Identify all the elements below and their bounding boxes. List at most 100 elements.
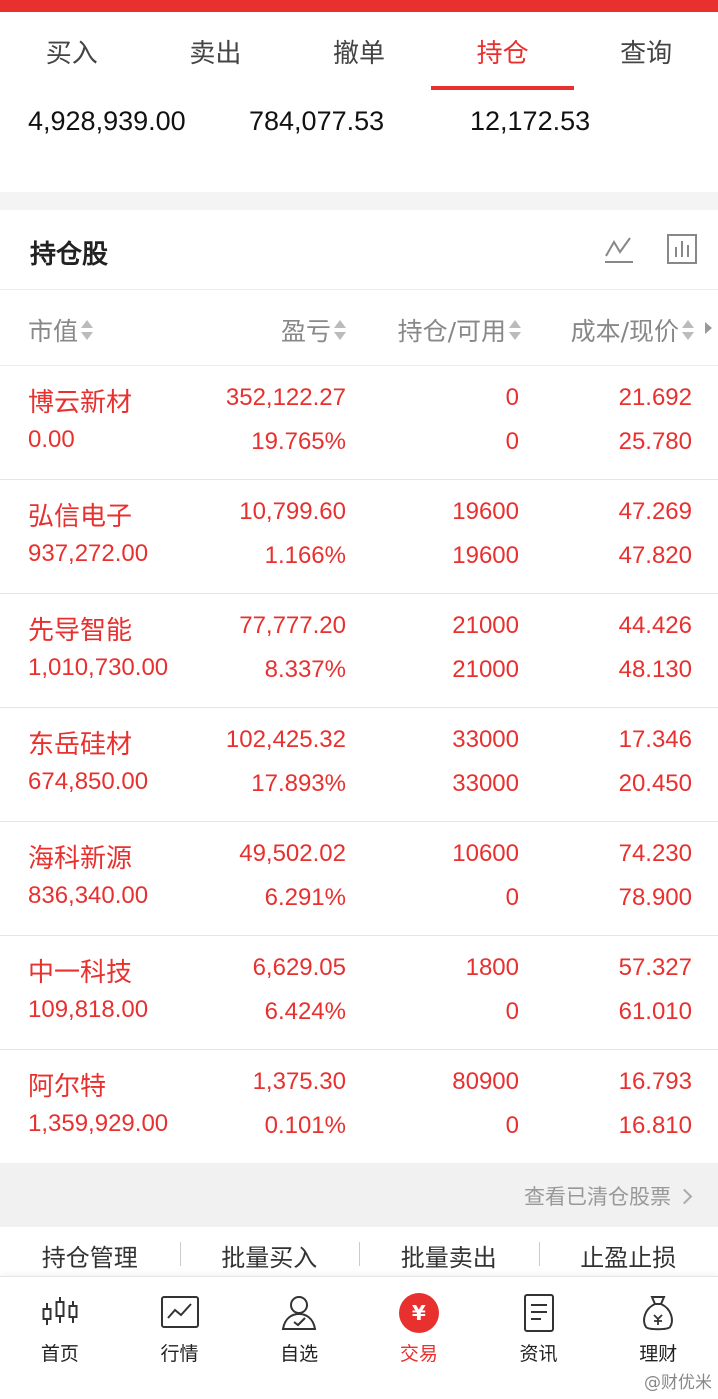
tab-positions[interactable]: 持仓 <box>430 12 575 90</box>
table-row[interactable]: 海科新源 836,340.00 49,502.02 6.291% 10600 0 74.23… <box>0 822 718 936</box>
col-market-value-label: 市值 <box>28 317 79 346</box>
sort-icon <box>682 319 694 341</box>
available-quantity: 0 <box>505 1112 519 1139</box>
nav-news-label: 资讯 <box>519 1343 558 1365</box>
position-quantity: 33000 <box>452 726 519 753</box>
current-price: 78.900 <box>618 884 692 911</box>
yuan-icon: ¥ <box>398 1293 439 1333</box>
col-cost-price-label: 成本/现价 <box>570 317 679 346</box>
profit-loss-amount: 49,502.02 <box>239 840 346 867</box>
col-profit-loss-label: 盈亏 <box>280 317 331 346</box>
bottom-navigation: 首页 行情 自选 ¥ 交易 资讯 理财 <box>0 1276 718 1399</box>
market-value: 0.00 <box>28 426 75 453</box>
profit-loss-amount: 102,425.32 <box>225 726 346 753</box>
current-price: 16.810 <box>618 1112 692 1139</box>
take-profit-stop-loss-button[interactable]: 止盈止损 <box>538 1238 718 1273</box>
current-price: 25.780 <box>618 428 692 455</box>
col-position[interactable]: 持仓/可用 <box>398 312 521 348</box>
view-cleared-stocks-link[interactable]: 查看已清仓股票 <box>524 1181 693 1211</box>
market-value-total: 784,077.53 <box>249 106 385 136</box>
available-quantity: 0 <box>505 998 519 1025</box>
batch-sell-button[interactable]: 批量卖出 <box>359 1238 539 1273</box>
nav-market-label: 行情 <box>160 1343 199 1365</box>
current-price: 48.130 <box>618 656 692 683</box>
nav-wealth-label: 理财 <box>639 1343 678 1365</box>
position-management-button[interactable]: 持仓管理 <box>0 1238 180 1273</box>
tab-cancel-order[interactable]: 撤单 <box>287 12 431 90</box>
profit-loss-percent: 19.765% <box>251 428 346 455</box>
col-cost-price[interactable]: 成本/现价 <box>571 312 694 348</box>
table-row[interactable]: 阿尔特 1,359,929.00 1,375.30 0.101% 80900 0 16.79… <box>0 1050 718 1164</box>
table-row[interactable]: 先导智能 1,010,730.00 77,777.20 8.337% 21000 2100… <box>0 594 718 708</box>
available-quantity: 0 <box>505 428 519 455</box>
line-chart-icon[interactable] <box>602 232 636 266</box>
position-actions: 持仓管理 批量买入 批量卖出 止盈止损 <box>0 1227 718 1283</box>
nav-home-label: 首页 <box>40 1343 79 1365</box>
profit-loss-amount: 10,799.60 <box>239 498 346 525</box>
sort-icon <box>509 319 521 341</box>
sort-icon <box>334 319 346 341</box>
holdings-list: 博云新材 0.00 352,122.27 19.765% 0 0 21.692 25.780 弘… <box>0 366 718 1164</box>
position-quantity: 1800 <box>465 954 519 981</box>
nav-news[interactable]: 资讯 <box>479 1277 599 1399</box>
document-icon <box>523 1294 554 1332</box>
position-quantity: 0 <box>505 384 519 411</box>
nav-watchlist[interactable]: 自选 <box>239 1277 359 1399</box>
tab-query[interactable]: 查询 <box>574 12 718 90</box>
account-summary: 4,928,939.00 784,077.53 12,172.53 <box>0 90 718 192</box>
nav-trade[interactable]: ¥ 交易 <box>359 1277 479 1399</box>
batch-buy-button[interactable]: 批量买入 <box>179 1238 360 1273</box>
profit-loss-percent: 0.101% <box>264 1112 346 1139</box>
view-cleared-stocks-label: 查看已清仓股票 <box>524 1185 671 1209</box>
trend-chart-icon <box>160 1296 199 1328</box>
cost-price: 21.692 <box>618 384 692 411</box>
available-quantity: 21000 <box>452 656 519 683</box>
market-value: 674,850.00 <box>28 768 149 795</box>
tab-buy[interactable]: 买入 <box>0 12 144 90</box>
profit-loss-percent: 1.166% <box>264 542 346 569</box>
table-row[interactable]: 博云新材 0.00 352,122.27 19.765% 0 0 21.692 25.780 <box>0 366 718 480</box>
profit-loss-percent: 6.424% <box>264 998 346 1025</box>
stock-name: 先导智能 <box>28 616 133 646</box>
current-price: 20.450 <box>618 770 692 797</box>
stock-name: 博云新材 <box>28 388 133 418</box>
cost-price: 57.327 <box>618 954 692 981</box>
scroll-right-icon[interactable] <box>705 322 712 334</box>
stock-name: 阿尔特 <box>28 1072 107 1102</box>
market-value: 109,818.00 <box>28 996 149 1023</box>
money-bag-icon <box>643 1296 674 1331</box>
profit-loss-percent: 8.337% <box>264 656 346 683</box>
position-quantity: 10600 <box>452 840 519 867</box>
table-row[interactable]: 东岳硅材 674,850.00 102,425.32 17.893% 33000 3300… <box>0 708 718 822</box>
position-quantity: 21000 <box>452 612 519 639</box>
profit-loss-amount: 352,122.27 <box>225 384 346 411</box>
col-profit-loss[interactable]: 盈亏 <box>281 312 346 348</box>
tab-sell[interactable]: 卖出 <box>144 12 288 90</box>
cost-price: 47.269 <box>618 498 692 525</box>
user-check-icon <box>281 1296 317 1330</box>
bar-chart-icon[interactable] <box>665 232 699 266</box>
table-row[interactable]: 弘信电子 937,272.00 10,799.60 1.166% 19600 19600 4… <box>0 480 718 594</box>
total-assets-value: 4,928,939.00 <box>28 106 186 136</box>
current-price: 47.820 <box>618 542 692 569</box>
nav-market[interactable]: 行情 <box>120 1277 240 1399</box>
table-row[interactable]: 中一科技 109,818.00 6,629.05 6.424% 1800 0 57.327 6… <box>0 936 718 1050</box>
market-value: 1,010,730.00 <box>28 654 169 681</box>
col-position-label: 持仓/可用 <box>397 317 506 346</box>
market-value: 937,272.00 <box>28 540 149 567</box>
stock-name: 东岳硅材 <box>28 730 133 760</box>
cost-price: 44.426 <box>618 612 692 639</box>
profit-loss-percent: 17.893% <box>251 770 346 797</box>
status-bar-accent <box>0 0 718 12</box>
nav-home[interactable]: 首页 <box>0 1277 120 1399</box>
col-market-value[interactable]: 市值 <box>28 312 94 348</box>
available-quantity: 19600 <box>452 542 519 569</box>
cleared-stocks-bar: 查看已清仓股票 <box>0 1163 718 1227</box>
stock-name: 海科新源 <box>28 844 133 874</box>
available-quantity: 33000 <box>452 770 519 797</box>
cost-price: 17.346 <box>618 726 692 753</box>
profit-loss-amount: 6,629.05 <box>252 954 346 981</box>
cost-price: 74.230 <box>618 840 692 867</box>
holdings-column-header: 市值 盈亏 持仓/可用 成本/现价 <box>0 290 718 366</box>
holdings-title: 持仓股 <box>30 240 109 270</box>
